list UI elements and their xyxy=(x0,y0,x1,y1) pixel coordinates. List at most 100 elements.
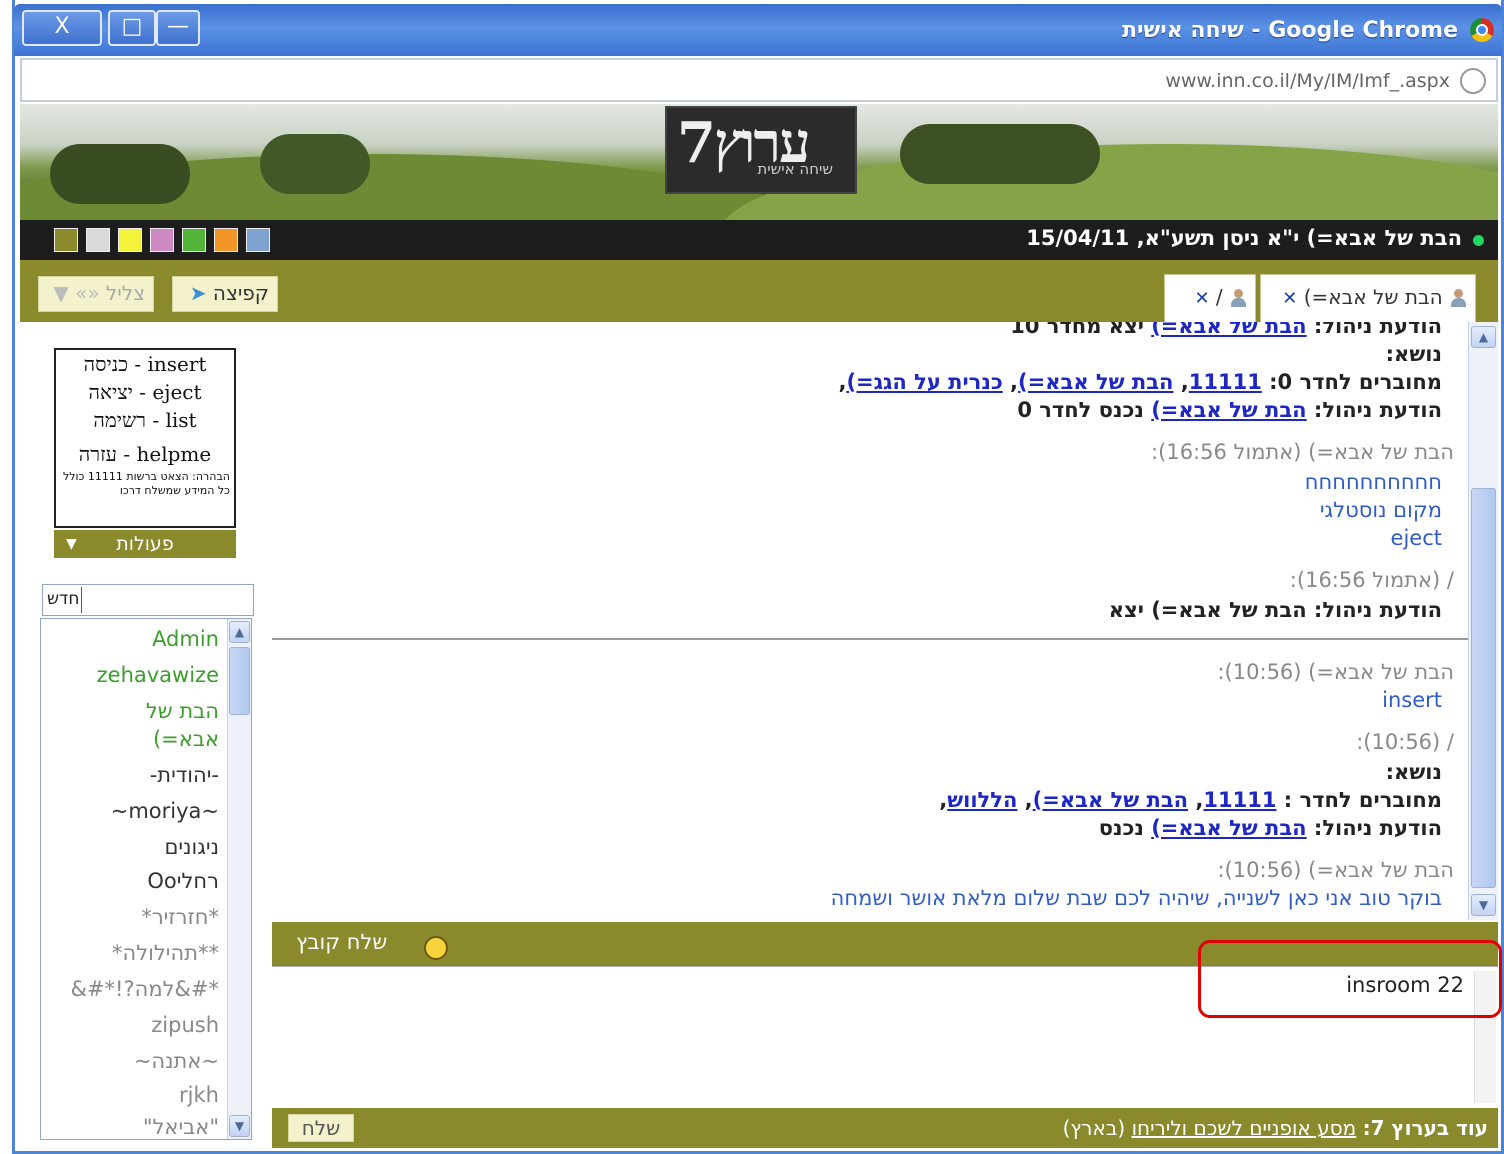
color-swatch[interactable] xyxy=(182,228,206,252)
color-swatch[interactable] xyxy=(214,228,238,252)
user-link[interactable]: הבת של אבא=) xyxy=(1151,398,1306,422)
user-list-item[interactable]: *#&למה?!*#& xyxy=(71,977,219,1001)
color-swatch[interactable] xyxy=(246,228,270,252)
jump-button[interactable]: קפיצה ➤ xyxy=(172,276,278,312)
send-file-button[interactable]: שלח קובץ xyxy=(296,930,387,954)
admin-prefix: הודעת ניהול: xyxy=(1306,398,1442,422)
minimize-button[interactable]: — xyxy=(156,10,200,46)
message-text: eject xyxy=(1390,526,1442,550)
address-bar[interactable]: www.inn.co.il/My/IM/Imf_.aspx xyxy=(20,58,1498,102)
new-room-label: חדש xyxy=(45,587,83,613)
user-list-item[interactable]: *חזרזיר* xyxy=(141,905,219,929)
separator: , xyxy=(1002,370,1019,394)
admin-message: הודעת ניהול: הבת של אבא=) נכנס xyxy=(1099,814,1442,842)
user-list-item[interactable]: אבא=) xyxy=(153,727,219,751)
scroll-up-icon[interactable]: ▲ xyxy=(1471,326,1496,348)
actions-label: פעולות xyxy=(116,533,174,555)
close-button[interactable]: X xyxy=(22,10,102,46)
cmd-eject: eject - יציאה xyxy=(88,380,202,404)
user-list-item[interactable]: ~moriya~ xyxy=(111,799,219,823)
user-link[interactable]: הבת של אבא=) xyxy=(1033,788,1188,812)
new-room-input[interactable]: חדש xyxy=(42,584,254,616)
user-list-item[interactable]: ~אתנה~ xyxy=(134,1049,219,1073)
separator: , xyxy=(939,788,948,812)
message-header: הבת של אבא=) (אתמול 16:56): xyxy=(1151,440,1454,464)
user-list-item[interactable]: zipush xyxy=(151,1013,219,1037)
user-link[interactable]: 11111 xyxy=(1189,370,1262,394)
cmd-insert: insert - כניסה xyxy=(83,352,207,376)
banner-trees xyxy=(260,134,370,194)
user-list[interactable]: Admin zehavawize הבת של אבא=) -יהודית- ~moriy… xyxy=(40,618,252,1140)
user-list-item[interactable]: zehavawize xyxy=(97,663,219,687)
scroll-up-icon[interactable]: ▲ xyxy=(229,621,250,643)
close-tab-icon[interactable]: ✕ xyxy=(1282,288,1297,309)
more-label: עוד בערוץ 7: xyxy=(1362,1116,1488,1140)
highlight-annotation xyxy=(1198,940,1502,1018)
members-line: מחוברים לחדר 0: 11111, הבת של אבא=), כנר… xyxy=(838,368,1442,396)
user-list-item[interactable]: rjkh xyxy=(179,1083,219,1107)
tab-user[interactable]: הבת של אבא=) ✕ xyxy=(1260,274,1476,322)
user-link[interactable]: כנרית על הגג=) xyxy=(846,370,1002,394)
commands-box: insert - כניסה eject - יציאה list - רשימ… xyxy=(54,348,236,528)
triangle-down-icon: ▼ xyxy=(66,536,77,552)
user-list-item[interactable]: "אביאל" xyxy=(143,1115,219,1139)
members-prefix: מחוברים לחדר 0: xyxy=(1261,370,1442,394)
message-text: insert xyxy=(1382,688,1442,712)
scroll-thumb[interactable] xyxy=(229,647,250,715)
user-list-item[interactable]: הבת של xyxy=(146,699,219,723)
user-icon xyxy=(1449,288,1467,309)
news-link[interactable]: מסע אופניים לשכם וליריחו xyxy=(1132,1116,1357,1140)
color-swatch[interactable] xyxy=(54,228,78,252)
user-link[interactable]: הבת של אבא=) xyxy=(1151,816,1306,840)
sound-label: צליל xyxy=(105,281,145,305)
left-sidebar: insert - כניסה eject - יציאה list - רשימ… xyxy=(20,322,272,1148)
chat-toolbar: צליל «» ▼ קפיצה ➤ / ✕ הבת של אבא=) ✕ xyxy=(20,260,1498,322)
user-list-item[interactable]: רחליOo xyxy=(147,869,219,893)
admin-message: הודעת ניהול: הבת של אבא=) יצא מחדר 10 xyxy=(1010,322,1442,340)
actions-dropdown[interactable]: פעולות ▼ xyxy=(54,530,236,558)
history-divider xyxy=(272,638,1468,640)
chrome-logo-icon xyxy=(1470,18,1494,42)
user-link[interactable]: 11111 xyxy=(1203,788,1276,812)
admin-message: הודעת ניהול: הבת של אבא=) נכנס לחדר 0 xyxy=(1017,396,1442,424)
scroll-down-icon[interactable]: ▼ xyxy=(1471,894,1496,916)
banner-trees xyxy=(900,124,1100,184)
close-tab-icon[interactable]: ✕ xyxy=(1194,288,1209,309)
separator: , xyxy=(1017,788,1033,812)
scroll-down-icon[interactable]: ▼ xyxy=(229,1115,250,1137)
smiley-icon[interactable] xyxy=(424,936,448,960)
color-swatch[interactable] xyxy=(118,228,142,252)
user-link[interactable]: הללווש xyxy=(947,788,1017,812)
user-link[interactable]: הבת של אבא=) xyxy=(1151,322,1306,338)
bottom-bar: שלח עוד בערוץ 7: מסע אופניים לשכם וליריח… xyxy=(272,1108,1498,1148)
members-line: מחוברים לחדר : 11111, הבת של אבא=), הללו… xyxy=(939,786,1442,814)
jump-label: קפיצה xyxy=(212,281,269,305)
speaker-icon: «» ▼ xyxy=(53,281,100,305)
admin-suffix: נכנס לחדר 0 xyxy=(1017,398,1152,422)
user-list-item[interactable]: ניגונים xyxy=(164,835,219,859)
chat-scrollbar[interactable]: ▲ ▼ xyxy=(1468,322,1498,920)
send-button[interactable]: שלח xyxy=(288,1114,354,1142)
color-swatch[interactable] xyxy=(86,228,110,252)
admin-suffix: נכנס xyxy=(1098,816,1152,840)
tab-admin[interactable]: / ✕ xyxy=(1164,274,1256,322)
subject-line: נושא: xyxy=(1385,342,1442,366)
separator: , xyxy=(1188,788,1204,812)
sound-button[interactable]: צליל «» ▼ xyxy=(38,276,154,312)
current-user-date: הבת של אבא=) י"א ניסן תשע"א, 15/04/11 xyxy=(1026,226,1462,250)
banner-trees xyxy=(50,144,190,204)
restore-button[interactable]: □ xyxy=(108,10,156,46)
user-link[interactable]: הבת של אבא=) xyxy=(1018,370,1173,394)
news-suffix: (בארץ) xyxy=(1062,1116,1132,1140)
user-list-scrollbar[interactable]: ▲ ▼ xyxy=(227,619,251,1139)
site-logo[interactable]: ערוץ7 שיחה אישית xyxy=(665,106,857,194)
admin-prefix: הודעת ניהול: xyxy=(1306,322,1442,338)
scroll-thumb[interactable] xyxy=(1471,488,1496,888)
user-list-item[interactable]: **תהילולה* xyxy=(112,941,219,965)
color-swatch[interactable] xyxy=(150,228,174,252)
tab-user-label: הבת של אבא=) xyxy=(1303,285,1443,309)
user-icon xyxy=(1229,288,1247,309)
user-list-item[interactable]: -יהודית- xyxy=(150,763,219,787)
user-list-item[interactable]: Admin xyxy=(152,627,219,651)
bird-icon: ➤ xyxy=(189,281,207,305)
